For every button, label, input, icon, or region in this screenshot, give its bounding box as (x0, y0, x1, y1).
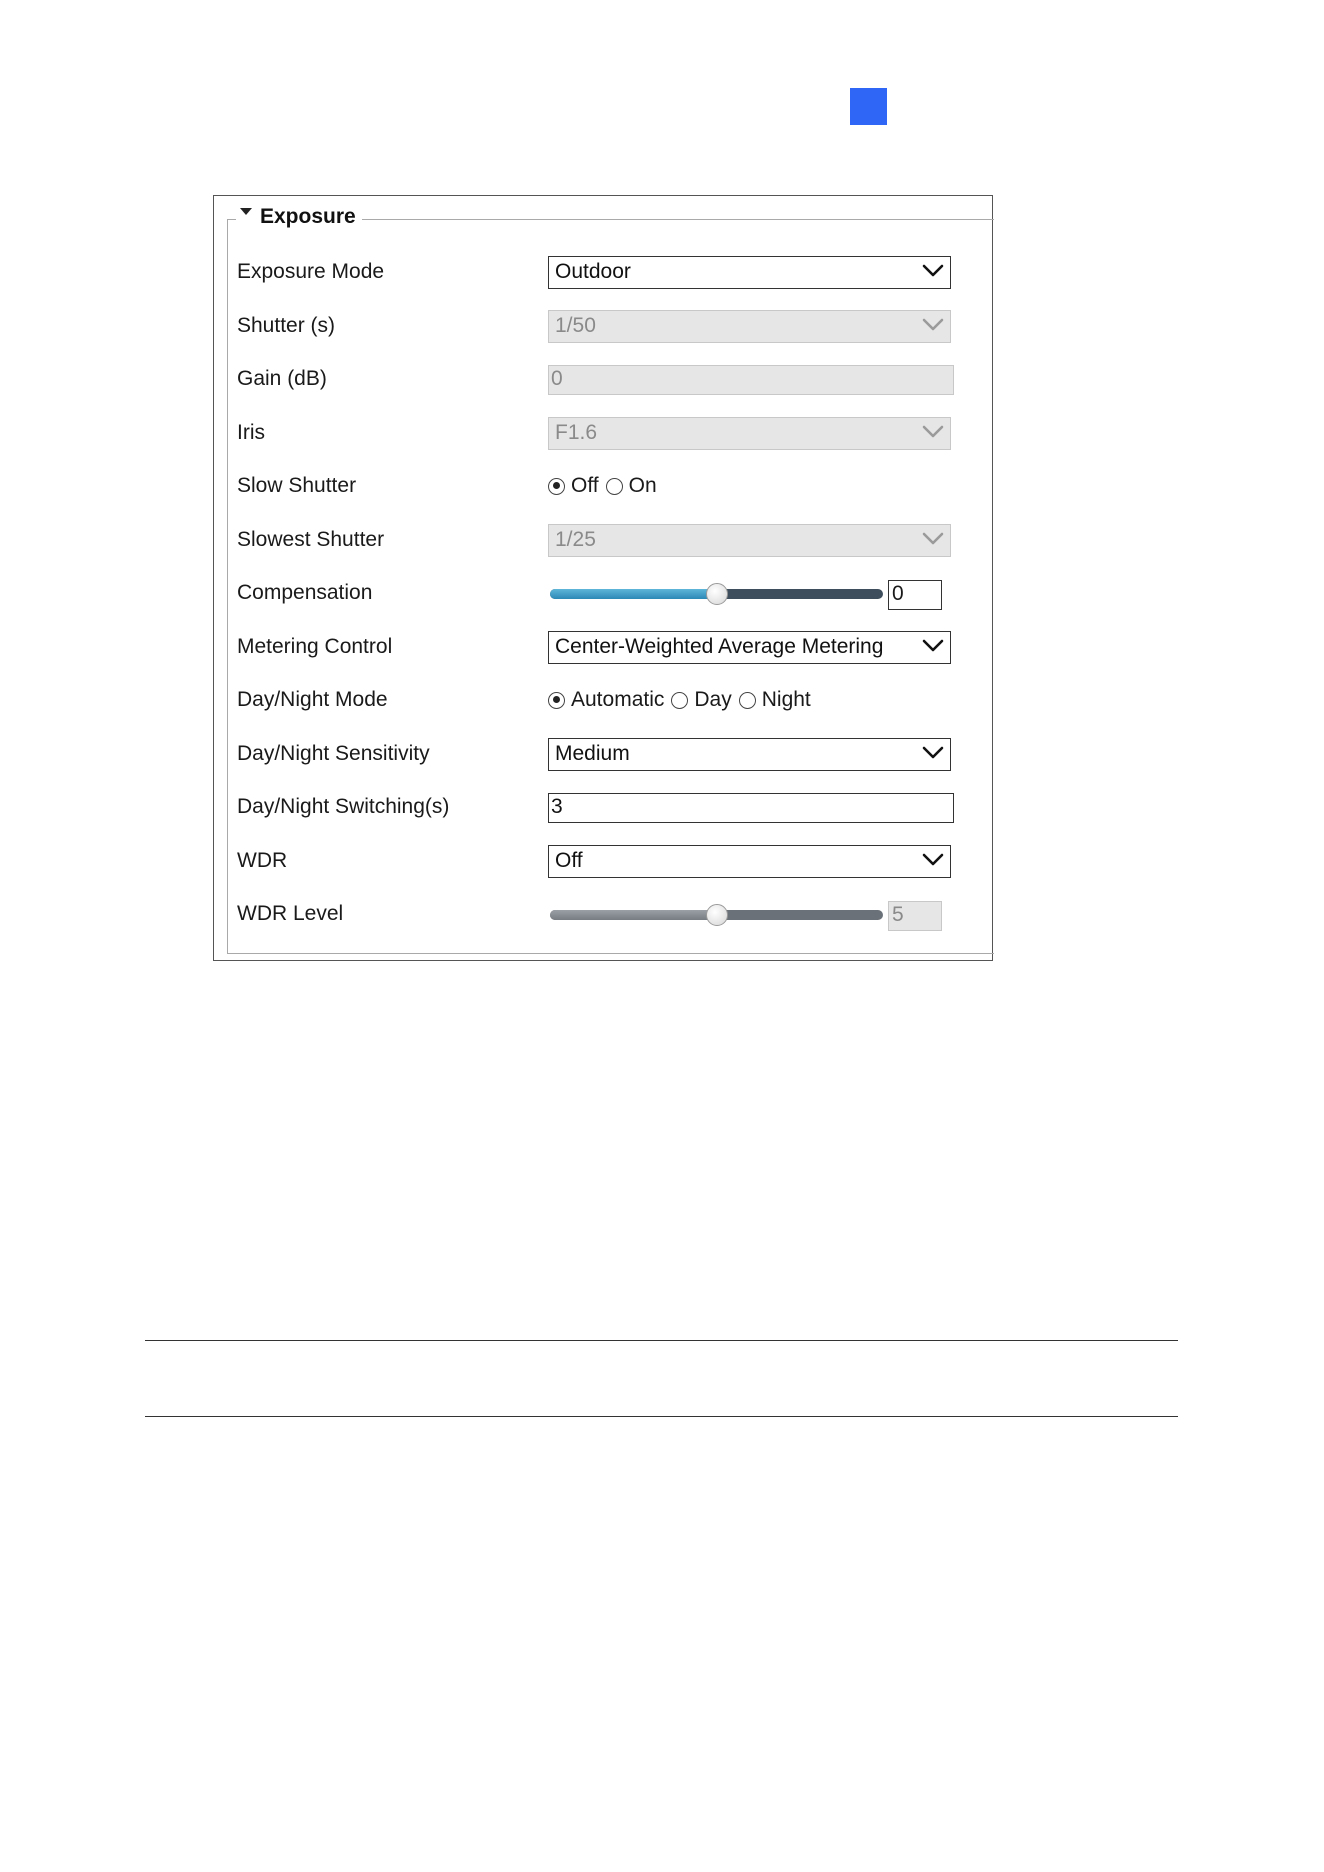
setting-row-compensation: Compensation 0 (214, 577, 994, 613)
setting-label: Gain (dB) (237, 367, 327, 390)
setting-row-gain-db: Gain (dB) 0 (214, 363, 994, 399)
radio-day[interactable] (671, 691, 689, 709)
compensation-value-input[interactable]: 0 (888, 580, 942, 610)
wdr-level-slider[interactable] (550, 904, 883, 926)
radio-label-on[interactable]: On (629, 474, 657, 498)
select-value: Off (555, 848, 583, 872)
setting-label: Exposure Mode (237, 260, 385, 283)
select-value: Outdoor (555, 260, 631, 283)
day-night-sensitivity-select[interactable]: Medium (548, 737, 951, 771)
radio-label-automatic[interactable]: Automatic (571, 688, 664, 712)
metering-control-select[interactable]: Center-Weighted Average Metering (548, 630, 951, 664)
radio-automatic[interactable] (548, 691, 565, 709)
slider-thumb[interactable] (705, 904, 728, 926)
setting-label: Day/Night Mode (237, 688, 388, 711)
slowest-shutter-select: 1/25 (548, 523, 951, 557)
select-value: 1/25 (555, 527, 596, 551)
exposure-panel: Exposure Exposure Mode Outdoor Shutter (s)… (213, 195, 994, 961)
setting-label: Day/Night Sensitivity (237, 741, 430, 765)
chevron-down-icon (922, 318, 944, 330)
setting-label: WDR (237, 848, 288, 872)
setting-row-slowest-shutter: Slowest Shutter 1/25 (214, 523, 994, 560)
slider-thumb[interactable] (705, 583, 728, 605)
radio-label-day[interactable]: Day (694, 688, 731, 712)
radio-off[interactable] (548, 477, 565, 495)
slider-fill (550, 910, 717, 920)
setting-row-shutter-s: Shutter (s) 1/50 (214, 309, 994, 346)
setting-label: Metering Control (237, 634, 393, 658)
setting-label: Compensation (237, 581, 373, 604)
setting-row-wdr-level: WDR Level 5 (214, 898, 994, 934)
slow-shutter-radio-group: Off On (548, 474, 664, 498)
shutter-s-select: 1/50 (548, 309, 951, 343)
setting-label: Day/Night Switching(s) (237, 795, 450, 818)
setting-row-exposure-mode: Exposure Mode Outdoor (214, 256, 994, 292)
iris-select: F1.6 (548, 416, 951, 450)
day-night-switching-s-input[interactable]: 3 (548, 793, 954, 823)
setting-row-day-night-sensitivity: Day/Night Sensitivity Medium (214, 737, 994, 774)
exposure-section-header[interactable]: Exposure (236, 205, 362, 229)
setting-label: Slowest Shutter (237, 527, 385, 551)
radio-night[interactable] (738, 691, 756, 709)
exposure-mode-select[interactable]: Outdoor (548, 256, 951, 289)
setting-row-day-night-switching-s: Day/Night Switching(s) 3 (214, 791, 994, 827)
radio-on[interactable] (605, 477, 623, 495)
setting-label: WDR Level (237, 902, 344, 925)
setting-label: Shutter (s) (237, 313, 336, 337)
chevron-down-icon (922, 853, 944, 865)
setting-label: Iris (237, 420, 265, 444)
setting-row-slow-shutter: Slow Shutter Off On (214, 470, 994, 506)
chevron-down-icon (922, 264, 944, 277)
wdr-select[interactable]: Off (548, 844, 951, 878)
divider-bottom (145, 1416, 1178, 1417)
radio-label-night[interactable]: Night (762, 688, 811, 712)
select-value: Center-Weighted Average Metering (555, 634, 884, 658)
select-value: 1/50 (555, 313, 596, 337)
chevron-down-icon (922, 532, 944, 544)
day-night-mode-radio-group: Automatic Day Night (548, 688, 818, 712)
setting-row-metering-control: Metering Control Center-Weighted Average … (214, 630, 994, 667)
page-marker (850, 88, 887, 125)
slider-fill (550, 589, 717, 599)
setting-row-day-night-mode: Day/Night Mode Automatic Day Night (214, 684, 994, 720)
chevron-down-icon (922, 639, 944, 651)
radio-label-off[interactable]: Off (571, 474, 599, 498)
wdr-level-value-input: 5 (888, 901, 942, 931)
setting-row-wdr: WDR Off (214, 844, 994, 881)
select-value: F1.6 (555, 420, 598, 444)
setting-row-iris: Iris F1.6 (214, 416, 994, 453)
collapse-triangle-icon[interactable] (240, 207, 252, 215)
compensation-slider[interactable] (550, 583, 883, 605)
setting-label: Slow Shutter (237, 474, 357, 497)
select-value: Medium (555, 741, 630, 765)
chevron-down-icon (922, 746, 944, 758)
divider-top (145, 1340, 1178, 1341)
chevron-down-icon (922, 425, 944, 437)
section-title: Exposure (260, 205, 356, 228)
gain-db-input: 0 (548, 365, 954, 395)
